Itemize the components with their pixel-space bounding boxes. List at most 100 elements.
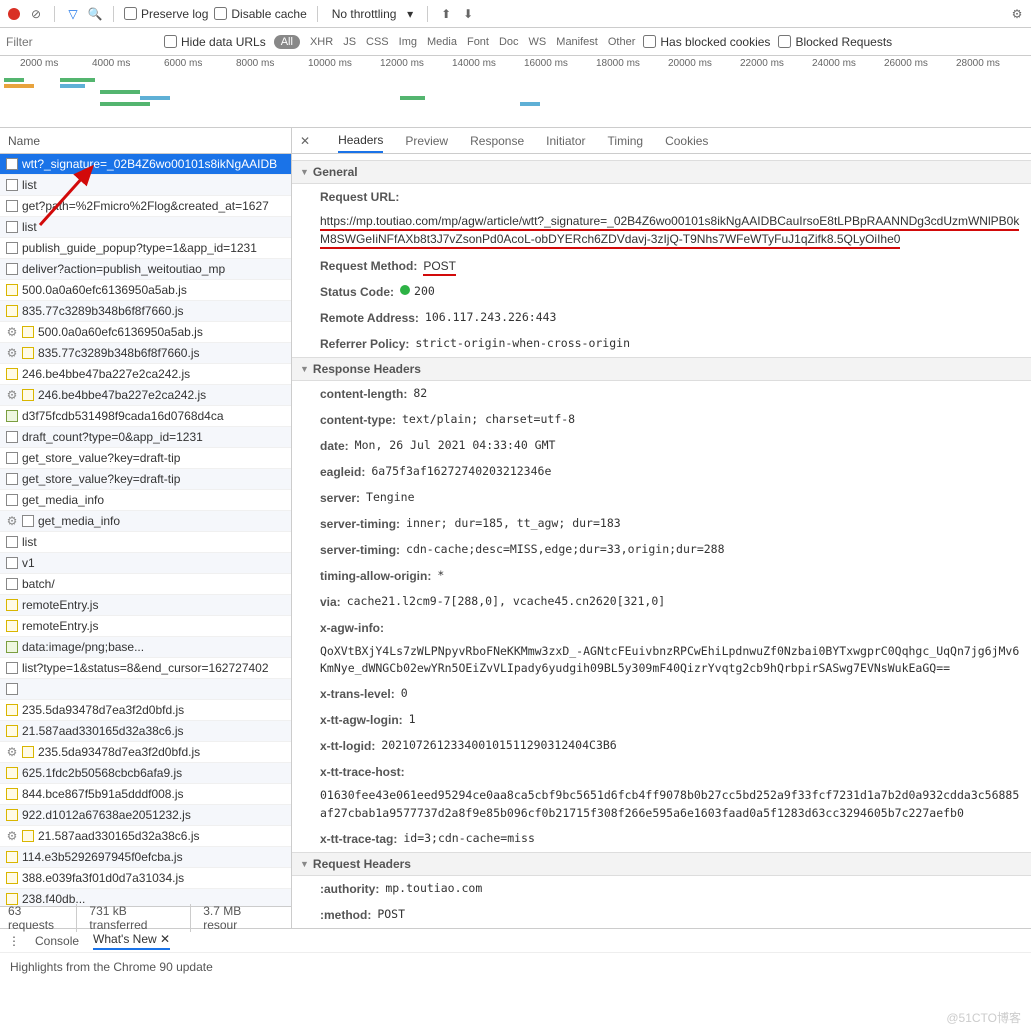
filter-type-other[interactable]: Other xyxy=(608,36,636,48)
request-row[interactable]: 500.0a0a60efc6136950a5ab.js xyxy=(0,280,291,301)
request-row[interactable]: 625.1fdc2b50568cbcb6afa9.js xyxy=(0,763,291,784)
file-type-icon xyxy=(6,809,18,821)
timeline-tick: 2000 ms xyxy=(20,58,58,69)
request-row[interactable]: draft_count?type=0&app_id=1231 xyxy=(0,427,291,448)
section-header[interactable]: General xyxy=(292,160,1031,184)
tab-initiator[interactable]: Initiator xyxy=(546,130,585,152)
request-row[interactable]: get_store_value?key=draft-tip xyxy=(0,448,291,469)
file-type-icon xyxy=(22,515,34,527)
filter-type-manifest[interactable]: Manifest xyxy=(556,36,598,48)
throttling-select[interactable]: No throttling ▾ xyxy=(328,5,417,23)
close-icon[interactable]: ✕ xyxy=(300,134,310,148)
request-row[interactable]: 922.d1012a67638ae2051232.js xyxy=(0,805,291,826)
header-key: x-agw-info: xyxy=(320,619,384,637)
has-blocked-cookies-checkbox[interactable]: Has blocked cookies xyxy=(643,35,770,49)
filter-type-img[interactable]: Img xyxy=(399,36,417,48)
section-header[interactable]: Request Headers xyxy=(292,852,1031,876)
header-value: 202107261233400101511290312404C3B6 xyxy=(381,737,616,755)
hide-data-urls-checkbox[interactable]: Hide data URLs xyxy=(164,35,266,49)
timeline-tick: 6000 ms xyxy=(164,58,202,69)
timeline-bar xyxy=(4,84,34,88)
header-value: 0 xyxy=(401,685,408,703)
preserve-log-checkbox[interactable]: Preserve log xyxy=(124,7,208,21)
gear-icon[interactable]: ⚙ xyxy=(1009,6,1025,22)
tab-preview[interactable]: Preview xyxy=(405,130,448,152)
section-header[interactable]: Response Headers xyxy=(292,357,1031,381)
request-name: 21.587aad330165d32a38c6.js xyxy=(38,829,199,843)
filter-type-media[interactable]: Media xyxy=(427,36,457,48)
request-row[interactable]: remoteEntry.js xyxy=(0,595,291,616)
header-key: Request URL: xyxy=(320,188,399,206)
request-row[interactable]: 844.bce867f5b91a5dddf008.js xyxy=(0,784,291,805)
header-row: via:cache21.l2cm9-7[288,0], vcache45.cn2… xyxy=(292,589,1031,615)
request-row[interactable] xyxy=(0,679,291,700)
file-type-icon xyxy=(6,641,18,653)
tab-timing[interactable]: Timing xyxy=(608,130,644,152)
header-key: x-tt-trace-tag: xyxy=(320,830,397,848)
filter-type-doc[interactable]: Doc xyxy=(499,36,519,48)
request-row[interactable]: deliver?action=publish_weitoutiao_mp xyxy=(0,259,291,280)
tab-cookies[interactable]: Cookies xyxy=(665,130,708,152)
request-name: data:image/png;base... xyxy=(22,640,144,654)
request-row[interactable]: 21.587aad330165d32a38c6.js xyxy=(0,721,291,742)
request-row[interactable]: ⚙500.0a0a60efc6136950a5ab.js xyxy=(0,322,291,343)
header-value: cache21.l2cm9-7[288,0], vcache45.cn2620[… xyxy=(347,593,666,611)
request-row[interactable]: remoteEntry.js xyxy=(0,616,291,637)
request-row[interactable]: 114.e3b5292697945f0efcba.js xyxy=(0,847,291,868)
file-type-icon xyxy=(22,389,34,401)
filter-type-font[interactable]: Font xyxy=(467,36,489,48)
tab-headers[interactable]: Headers xyxy=(338,129,383,153)
request-row[interactable]: batch/ xyxy=(0,574,291,595)
timeline-overview[interactable]: 2000 ms4000 ms6000 ms8000 ms10000 ms1200… xyxy=(0,56,1031,128)
request-row[interactable]: get_media_info xyxy=(0,490,291,511)
request-row[interactable]: ⚙246.be4bbe47ba227e2ca242.js xyxy=(0,385,291,406)
filter-type-all[interactable]: All xyxy=(274,35,300,49)
download-icon[interactable]: ⬇ xyxy=(460,6,476,22)
request-row[interactable]: list?type=1&status=8&end_cursor=16272740… xyxy=(0,658,291,679)
request-row[interactable]: 388.e039fa3f01d0d7a31034.js xyxy=(0,868,291,889)
record-icon[interactable] xyxy=(6,6,22,22)
timeline-bar xyxy=(140,96,170,100)
request-row[interactable]: list xyxy=(0,532,291,553)
clear-icon[interactable]: ⊘ xyxy=(28,6,44,22)
request-row[interactable]: get_store_value?key=draft-tip xyxy=(0,469,291,490)
blocked-requests-checkbox[interactable]: Blocked Requests xyxy=(778,35,892,49)
name-column-header[interactable]: Name xyxy=(0,128,291,154)
drawer-menu-icon[interactable]: ⋮ xyxy=(8,934,21,948)
request-row[interactable]: d3f75fcdb531498f9cada16d0768d4ca xyxy=(0,406,291,427)
request-row[interactable]: 246.be4bbe47ba227e2ca242.js xyxy=(0,364,291,385)
file-type-icon xyxy=(6,305,18,317)
timeline-tick: 18000 ms xyxy=(596,58,640,69)
disable-cache-checkbox[interactable]: Disable cache xyxy=(214,7,306,21)
filter-icon[interactable]: ▽ xyxy=(65,6,81,22)
upload-icon[interactable]: ⬆ xyxy=(438,6,454,22)
filter-type-js[interactable]: JS xyxy=(343,36,356,48)
filter-type-css[interactable]: CSS xyxy=(366,36,389,48)
file-type-icon xyxy=(6,704,18,716)
header-key: date: xyxy=(320,437,349,455)
search-icon[interactable]: 🔍 xyxy=(87,6,103,22)
request-name: batch/ xyxy=(22,577,55,591)
close-tab-icon[interactable]: ✕ xyxy=(160,932,170,946)
request-row[interactable]: v1 xyxy=(0,553,291,574)
file-type-icon xyxy=(6,179,18,191)
request-row[interactable]: ⚙835.77c3289b348b6f8f7660.js xyxy=(0,343,291,364)
request-row[interactable]: ⚙get_media_info xyxy=(0,511,291,532)
tab-response[interactable]: Response xyxy=(470,130,524,152)
filter-type-ws[interactable]: WS xyxy=(529,36,547,48)
filter-type-xhr[interactable]: XHR xyxy=(310,36,333,48)
request-row[interactable]: data:image/png;base... xyxy=(0,637,291,658)
tab-whats-new[interactable]: What's New ✕ xyxy=(93,932,170,950)
request-row[interactable]: publish_guide_popup?type=1&app_id=1231 xyxy=(0,238,291,259)
request-row[interactable]: ⚙235.5da93478d7ea3f2d0bfd.js xyxy=(0,742,291,763)
file-type-icon xyxy=(6,410,18,422)
tab-console[interactable]: Console xyxy=(35,934,79,948)
request-row[interactable]: ⚙21.587aad330165d32a38c6.js xyxy=(0,826,291,847)
request-row[interactable]: 235.5da93478d7ea3f2d0bfd.js xyxy=(0,700,291,721)
request-row[interactable]: 835.77c3289b348b6f8f7660.js xyxy=(0,301,291,322)
file-type-icon xyxy=(6,242,18,254)
header-key: content-type: xyxy=(320,411,396,429)
header-row: :authority:mp.toutiao.com xyxy=(292,876,1031,902)
header-value: 6a75f3af16272740203212346e xyxy=(371,463,551,481)
filter-input[interactable] xyxy=(6,35,156,49)
